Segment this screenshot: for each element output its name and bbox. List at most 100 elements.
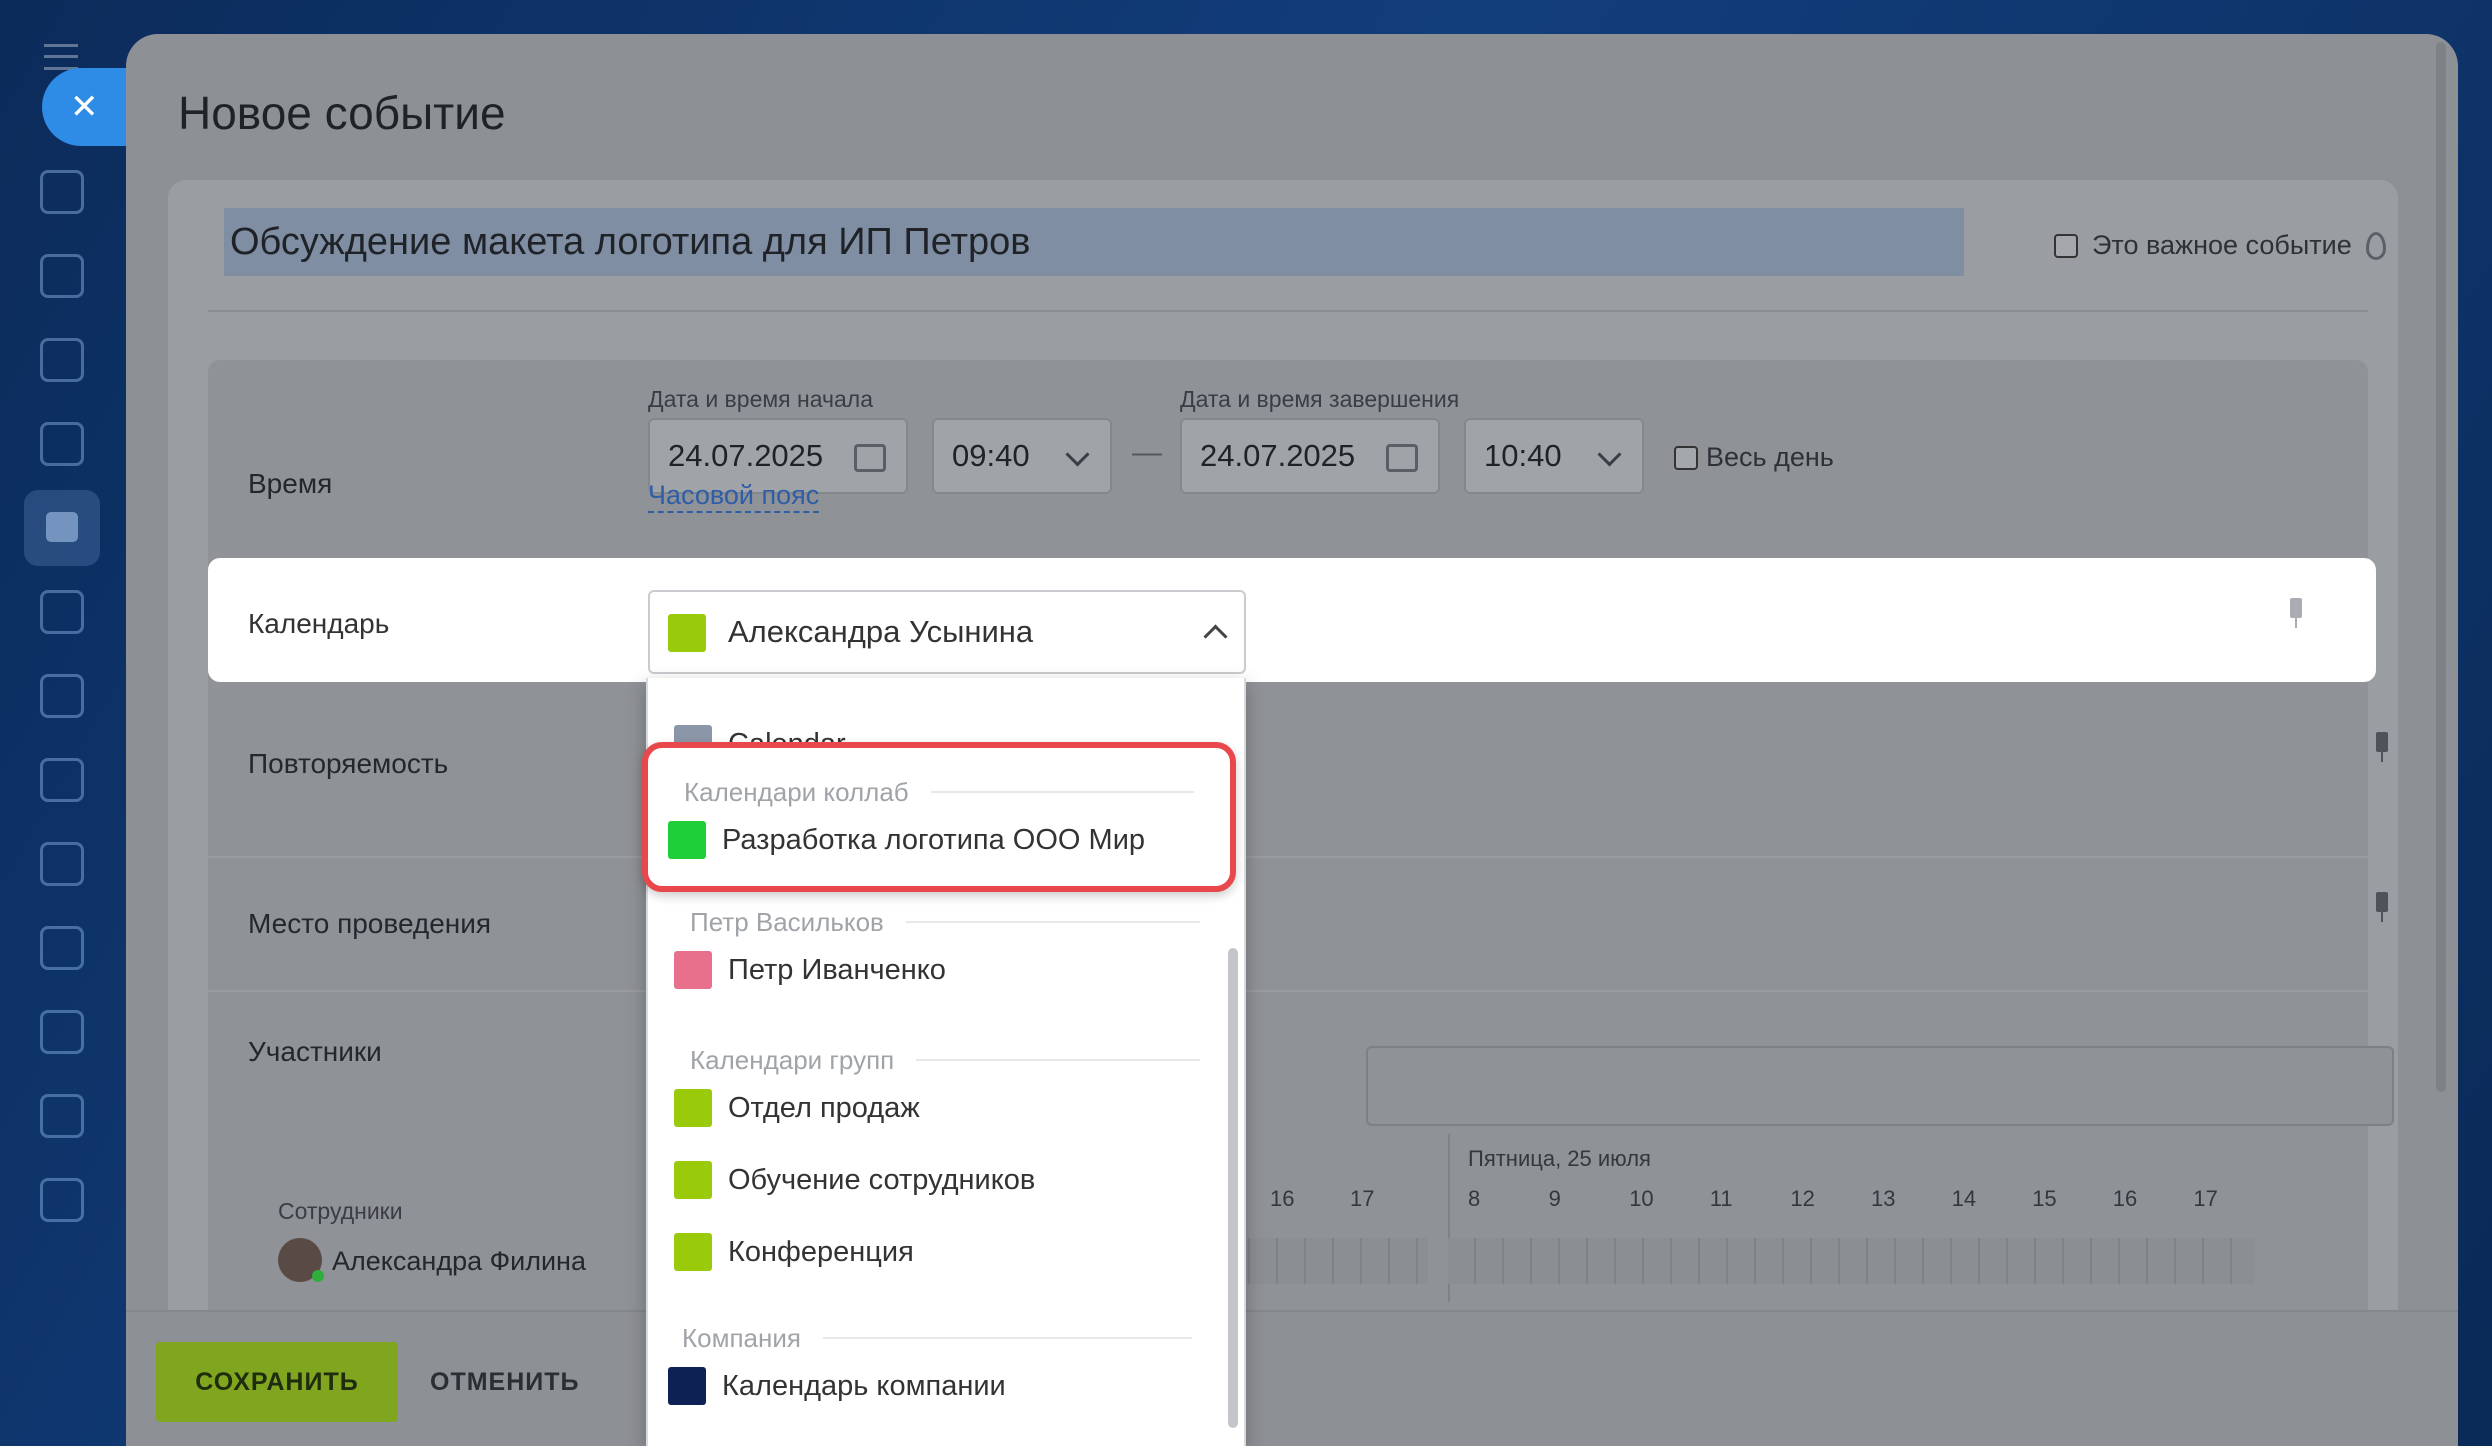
pin-icon[interactable]: [2374, 892, 2390, 922]
left-nav-rail: [0, 0, 124, 1446]
dropdown-group-company: Компания: [682, 1318, 1192, 1358]
flame-icon: [2365, 231, 2386, 260]
close-icon: ✕: [70, 88, 99, 126]
dropdown-item-label: Обучение сотрудников: [728, 1164, 1036, 1196]
dropdown-item-label: Разработка логотипа ООО Мир: [722, 824, 1146, 856]
calendar-row: Календарь Александра Усынина: [208, 558, 2376, 682]
drive-icon[interactable]: [40, 674, 84, 718]
timeline-hour-label: 17: [2193, 1186, 2218, 1211]
calendar-row-label: Календарь: [248, 608, 390, 639]
end-datetime-label: Дата и время завершения: [1180, 386, 1460, 412]
dropdown-item-label: Отдел продаж: [728, 1092, 920, 1124]
dropdown-item-training[interactable]: Обучение сотрудников: [648, 1150, 1208, 1210]
collab-highlight-callout: Календари коллаб Разработка логотипа ООО…: [642, 742, 1236, 892]
dropdown-item-label: Календарь компании: [722, 1370, 1006, 1402]
timeline-hour-label: 12: [1790, 1186, 1815, 1211]
timeline-hour-label: 10: [1629, 1186, 1654, 1211]
important-toggle[interactable]: Это важное событие: [2054, 230, 2386, 261]
start-time-value: 09:40: [952, 438, 1030, 473]
timeline-hour-label: 11: [1709, 1186, 1733, 1211]
dropdown-item-company[interactable]: Календарь компании: [648, 1356, 1208, 1416]
timeline-hour-label: 14: [1951, 1186, 1977, 1211]
group-label: Календари групп: [690, 1045, 895, 1075]
calendar-nav-icon[interactable]: [24, 490, 100, 566]
timeline-busy-track: [1448, 1238, 2254, 1284]
dropdown-item-label: Петр Иванченко: [728, 954, 946, 986]
feed-icon[interactable]: [40, 254, 84, 298]
avatar: [278, 1238, 324, 1282]
start-date-value: 24.07.2025: [668, 438, 824, 473]
all-day-checkbox[interactable]: [1674, 445, 1698, 470]
dropdown-scrollbar[interactable]: [1228, 948, 1238, 1428]
timezone-link[interactable]: Часовой пояс: [648, 480, 820, 513]
event-slider-panel: Новое событие Обсуждение макета логотипа…: [126, 34, 2458, 1446]
participants-row-label: Участники: [248, 1036, 382, 1067]
timeline-hour-label: 15: [2032, 1186, 2057, 1211]
important-checkbox[interactable]: [2054, 233, 2078, 258]
calendar-color-swatch: [674, 951, 712, 989]
dropdown-item-sales[interactable]: Отдел продаж: [648, 1078, 1208, 1138]
title-divider: [208, 310, 2368, 312]
bot-icon[interactable]: [40, 1010, 84, 1054]
employees-label: Сотрудники: [278, 1198, 403, 1224]
employee-name[interactable]: Александра Филина: [332, 1246, 586, 1277]
row-divider: [208, 856, 2368, 858]
pin-icon[interactable]: [2374, 732, 2390, 762]
important-label: Это важное событие: [2092, 230, 2352, 260]
all-day-label: Весь день: [1706, 442, 1834, 472]
dropdown-item-collab[interactable]: Разработка логотипа ООО Мир: [648, 810, 1208, 870]
mail-icon[interactable]: [40, 758, 84, 802]
chevron-down-icon: [1597, 442, 1622, 467]
calendar-color-swatch: [674, 1161, 712, 1199]
dropdown-item-label: Конференция: [728, 1236, 914, 1268]
calendar-select[interactable]: Александра Усынина: [648, 590, 1246, 674]
timeline-hour-label: 17: [1350, 1186, 1375, 1211]
participants-input[interactable]: [1366, 1046, 2394, 1126]
calendar-color-swatch: [668, 821, 706, 859]
group-label: Календари коллаб: [684, 777, 909, 807]
tasks-icon[interactable]: [40, 338, 84, 382]
event-title-input[interactable]: Обсуждение макета логотипа для ИП Петров: [224, 208, 1964, 276]
sign-icon[interactable]: [40, 926, 84, 970]
time-row-label: Время: [248, 468, 333, 499]
timeline-hour-label: 8: [1468, 1186, 1481, 1211]
cancel-button[interactable]: ОТМЕНИТЬ: [430, 1342, 579, 1422]
end-time-value: 10:40: [1484, 438, 1562, 473]
pin-icon[interactable]: [2288, 598, 2304, 628]
dropdown-group-petr: Петр Васильков: [690, 902, 1200, 942]
timeline-day-label: Пятница, 25 июля: [1468, 1146, 1651, 1171]
timeline-hour-label: 16: [1270, 1186, 1295, 1211]
timeline-hour-label: 13: [1871, 1186, 1896, 1211]
repeat-row-label: Повторяемость: [248, 748, 449, 779]
documents-icon[interactable]: [40, 590, 84, 634]
calendar-color-swatch: [668, 614, 706, 652]
edit-doc-icon[interactable]: [40, 1178, 84, 1222]
start-time-select[interactable]: 09:40: [932, 418, 1112, 494]
chevron-down-icon: [1065, 442, 1090, 467]
group-label: Компания: [682, 1323, 801, 1353]
contacts-icon[interactable]: [40, 842, 84, 886]
dropdown-group-collab: Календари коллаб: [684, 772, 1194, 812]
calendar-picker-icon[interactable]: [854, 444, 886, 472]
end-time-select[interactable]: 10:40: [1464, 418, 1644, 494]
dropdown-item-petr[interactable]: Петр Иванченко: [648, 940, 1208, 1000]
menu-icon[interactable]: [44, 44, 78, 70]
calendar-picker-icon[interactable]: [1386, 444, 1418, 472]
dropdown-group-groups: Календари групп: [690, 1040, 1200, 1080]
panel-scrollbar[interactable]: [2436, 42, 2446, 1092]
home-icon[interactable]: [40, 170, 84, 214]
calendar-color-swatch: [668, 1367, 706, 1405]
row-divider: [208, 990, 2368, 992]
chevron-up-icon: [1203, 624, 1228, 649]
start-datetime-label: Дата и время начала: [648, 386, 873, 412]
end-date-value: 24.07.2025: [1200, 438, 1356, 473]
dropdown-item-conference[interactable]: Конференция: [648, 1222, 1208, 1282]
bottom-action-bar: СОХРАНИТЬ ОТМЕНИТЬ: [126, 1310, 2458, 1446]
place-row-label: Место проведения: [248, 908, 492, 939]
checklist-icon[interactable]: [40, 1094, 84, 1138]
end-date-field[interactable]: 24.07.2025: [1180, 418, 1440, 494]
calendar-color-swatch: [674, 1233, 712, 1271]
chat-icon[interactable]: [40, 422, 84, 466]
all-day-toggle[interactable]: Весь день: [1674, 442, 1834, 473]
save-button[interactable]: СОХРАНИТЬ: [156, 1342, 398, 1422]
